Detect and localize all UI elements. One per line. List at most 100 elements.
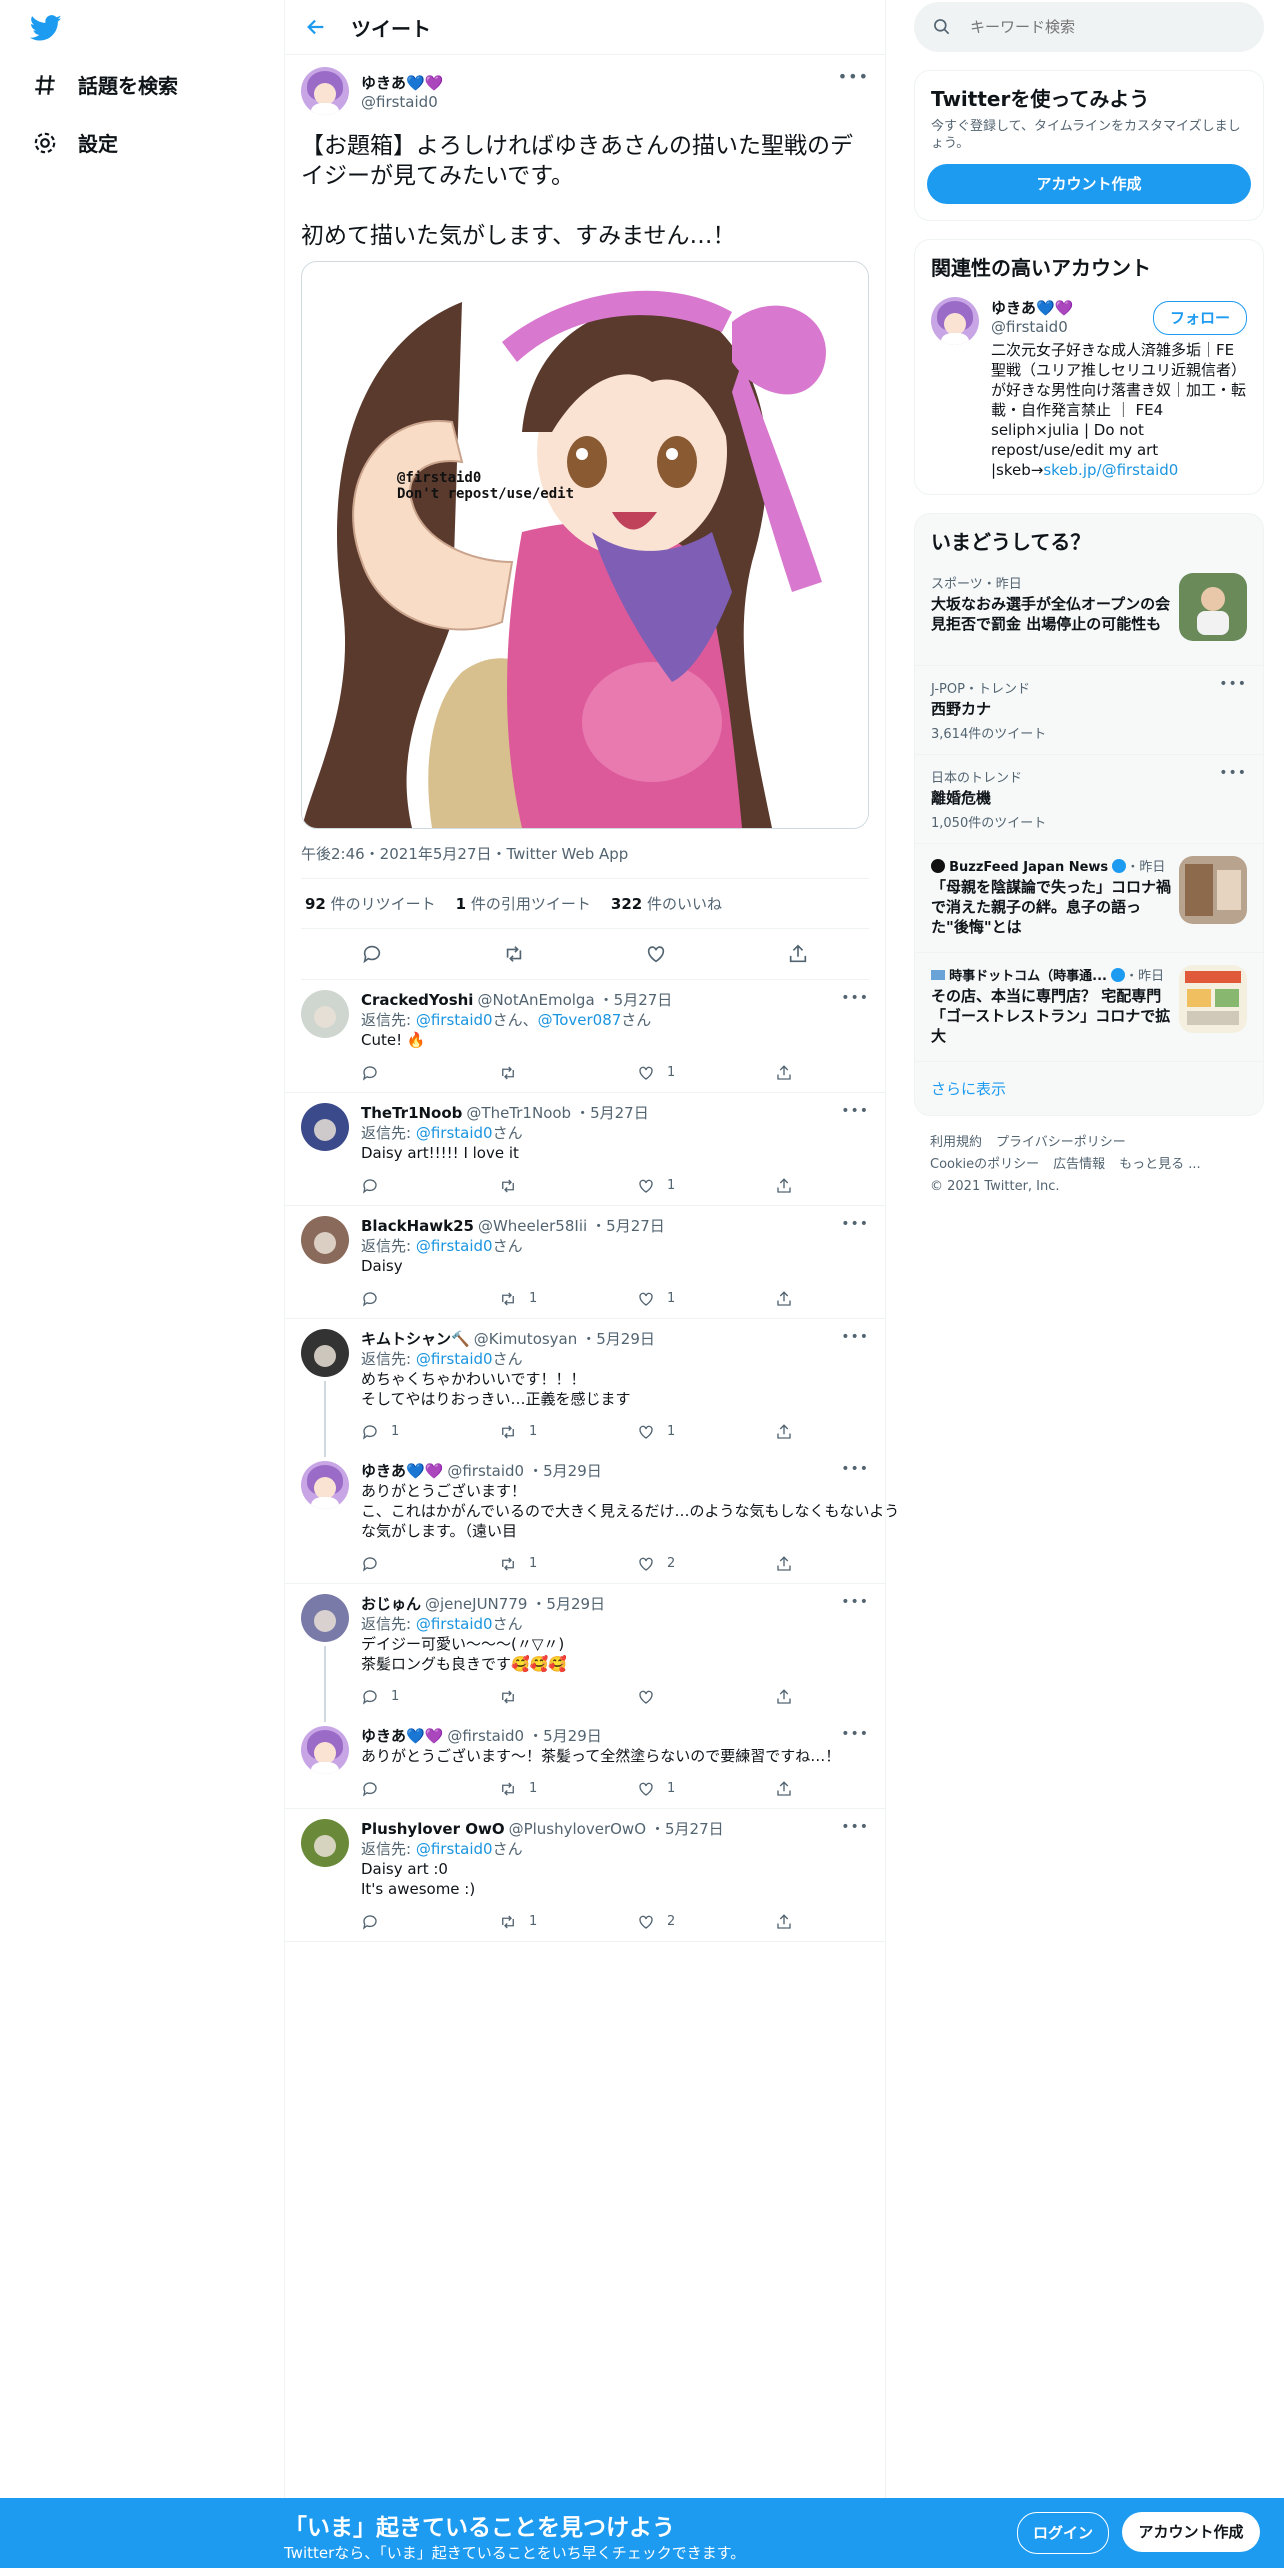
avatar[interactable] xyxy=(931,297,979,345)
more-icon[interactable]: ••• xyxy=(841,1103,869,1119)
avatar[interactable] xyxy=(301,1819,349,1867)
reply-date[interactable]: ・5月29日 xyxy=(531,1594,605,1614)
reply-author-handle[interactable]: @TheTr1Noob xyxy=(466,1103,571,1123)
reply-tweet[interactable]: TheTr1Noob @TheTr1Noob ・5月27日 返信先: @firsta… xyxy=(285,1093,885,1206)
reply-date[interactable]: ・5月27日 xyxy=(591,1216,665,1236)
reply-author-handle[interactable]: @Kimutosyan xyxy=(474,1329,578,1349)
retweet-icon[interactable] xyxy=(503,943,525,965)
like-button[interactable]: 2 xyxy=(637,1912,775,1932)
reply-author-name[interactable]: おじゅん xyxy=(361,1594,421,1614)
reply-author-handle[interactable]: @jeneJUN779 xyxy=(425,1594,527,1614)
reply-author-handle[interactable]: @NotAnEmolga xyxy=(477,990,594,1010)
retweet-button[interactable]: 1 xyxy=(499,1422,637,1442)
retweets-stat[interactable]: 92 件のリツイート xyxy=(305,893,436,914)
reply-tweet[interactable]: BlackHawk25 @Wheeler58Iii ・5月27日 返信先: @fir… xyxy=(285,1206,885,1319)
mention-link[interactable]: @firstaid0 xyxy=(416,1011,493,1029)
reply-date[interactable]: ・5月29日 xyxy=(528,1461,602,1481)
avatar[interactable] xyxy=(301,1216,349,1264)
reply-button[interactable] xyxy=(361,1555,499,1573)
share-button[interactable] xyxy=(775,1780,913,1798)
like-button[interactable]: 1 xyxy=(637,1779,775,1799)
back-arrow-icon[interactable] xyxy=(305,16,327,38)
reply-tweet[interactable]: キムトシャン🔨 @Kimutosyan ・5月29日 返信先: @firstaid0… xyxy=(285,1319,885,1457)
like-button[interactable]: 1 xyxy=(637,1063,775,1083)
retweet-button[interactable] xyxy=(499,1064,637,1082)
search-input[interactable] xyxy=(968,17,1222,37)
author-handle[interactable]: @firstaid0 xyxy=(361,93,443,111)
mention-link[interactable]: @firstaid0 xyxy=(416,1237,493,1255)
like-button[interactable]: 1 xyxy=(637,1289,775,1309)
share-button[interactable] xyxy=(775,1688,913,1706)
bio-link[interactable]: skeb.jp/@firstaid0 xyxy=(1043,461,1178,479)
reply-button[interactable] xyxy=(361,1780,499,1798)
tweet-timestamp[interactable]: 午後2:46・2021年5月27日・Twitter Web App xyxy=(301,843,869,879)
reply-date[interactable]: ・5月29日 xyxy=(528,1726,602,1746)
nav-settings[interactable]: 設定 xyxy=(32,128,118,157)
reply-author-handle[interactable]: @firstaid0 xyxy=(447,1461,524,1481)
trend-item[interactable]: 時事ドットコム（時事通... ・昨日 その店、本当に専門店？ 宅配専門「ゴースト… xyxy=(915,952,1263,1061)
reply-tweet[interactable]: ゆきあ💙💜 @firstaid0 ・5月29日 ありがとうございます～！茶髪って全然… xyxy=(285,1716,885,1809)
reply-button[interactable] xyxy=(361,1913,499,1931)
more-icon[interactable]: ••• xyxy=(841,1329,869,1345)
share-icon[interactable] xyxy=(787,943,809,965)
signup-button[interactable]: アカウント作成 xyxy=(1122,2512,1260,2552)
reply-author-name[interactable]: Plushylover OwO xyxy=(361,1819,505,1839)
reply-author-name[interactable]: ゆきあ💙💜 xyxy=(361,1726,443,1746)
search-box[interactable] xyxy=(914,2,1264,52)
avatar[interactable] xyxy=(301,990,349,1038)
share-button[interactable] xyxy=(775,1064,913,1082)
reply-tweet[interactable]: Plushylover OwO @PlushyloverOwO ・5月27日 返信先… xyxy=(285,1809,885,1942)
mention-link[interactable]: @firstaid0 xyxy=(416,1840,493,1858)
share-button[interactable] xyxy=(775,1423,913,1441)
share-button[interactable] xyxy=(775,1177,913,1195)
avatar[interactable] xyxy=(301,1594,349,1642)
share-button[interactable] xyxy=(775,1555,913,1573)
reply-button[interactable] xyxy=(361,1290,499,1308)
twitter-logo-icon[interactable] xyxy=(30,12,62,44)
retweet-button[interactable]: 1 xyxy=(499,1289,637,1309)
more-icon[interactable]: ••• xyxy=(841,990,869,1006)
trend-item[interactable]: スポーツ・昨日 大坂なおみ選手が全仏オープンの会見拒否で罰金 出場停止の可能性も xyxy=(915,561,1263,665)
share-button[interactable] xyxy=(775,1290,913,1308)
reply-author-name[interactable]: BlackHawk25 xyxy=(361,1216,474,1236)
follow-button[interactable]: フォロー xyxy=(1152,301,1247,335)
avatar[interactable] xyxy=(301,67,349,115)
more-icon[interactable]: ••• xyxy=(841,1461,869,1477)
reply-button[interactable] xyxy=(361,1064,499,1082)
avatar[interactable] xyxy=(301,1329,349,1377)
reply-button[interactable] xyxy=(361,1177,499,1195)
trend-item[interactable]: BuzzFeed Japan News ・昨日 「母親を陰謀論で失った」コロナ禍… xyxy=(915,843,1263,952)
reply-tweet[interactable]: CrackedYoshi @NotAnEmolga ・5月27日 返信先: @fir… xyxy=(285,980,885,1093)
quotes-stat[interactable]: 1 件の引用ツイート xyxy=(456,893,591,914)
reply-tweet[interactable]: ゆきあ💙💜 @firstaid0 ・5月29日 ありがとうございます！ こ、これはか… xyxy=(285,1451,899,1584)
reply-author-handle[interactable]: @firstaid0 xyxy=(447,1726,524,1746)
reply-date[interactable]: ・5月27日 xyxy=(650,1819,724,1839)
reply-author-name[interactable]: ゆきあ💙💜 xyxy=(361,1461,443,1481)
reply-author-handle[interactable]: @Wheeler58Iii xyxy=(478,1216,587,1236)
avatar[interactable] xyxy=(301,1461,349,1509)
footer-link[interactable]: Cookieのポリシー xyxy=(930,1157,1039,1172)
trend-item[interactable]: 日本のトレンド 離婚危機 1,050件のツイート ••• xyxy=(915,754,1263,843)
more-icon[interactable]: ••• xyxy=(841,1819,869,1835)
mention-link[interactable]: @Tover087 xyxy=(538,1011,622,1029)
more-icon[interactable]: ••• xyxy=(841,1594,869,1610)
reply-author-name[interactable]: TheTr1Noob xyxy=(361,1103,462,1123)
avatar[interactable] xyxy=(301,1103,349,1151)
mention-link[interactable]: @firstaid0 xyxy=(416,1615,493,1633)
reply-date[interactable]: ・5月27日 xyxy=(575,1103,649,1123)
footer-link[interactable]: プライバシーポリシー xyxy=(996,1135,1126,1150)
mention-link[interactable]: @firstaid0 xyxy=(416,1124,493,1142)
retweet-button[interactable]: 1 xyxy=(499,1779,637,1799)
reply-button[interactable]: 1 xyxy=(361,1422,499,1442)
more-icon[interactable]: ••• xyxy=(1219,676,1247,692)
like-button[interactable]: 2 xyxy=(637,1554,775,1574)
share-button[interactable] xyxy=(775,1913,913,1931)
like-button[interactable]: 1 xyxy=(637,1422,775,1442)
reply-date[interactable]: ・5月27日 xyxy=(599,990,673,1010)
footer-link[interactable]: もっと見る ... xyxy=(1119,1157,1201,1172)
retweet-button[interactable] xyxy=(499,1688,637,1706)
retweet-button[interactable]: 1 xyxy=(499,1554,637,1574)
reply-author-handle[interactable]: @PlushyloverOwO xyxy=(509,1819,646,1839)
retweet-button[interactable]: 1 xyxy=(499,1912,637,1932)
more-icon[interactable]: ••• xyxy=(838,67,869,86)
